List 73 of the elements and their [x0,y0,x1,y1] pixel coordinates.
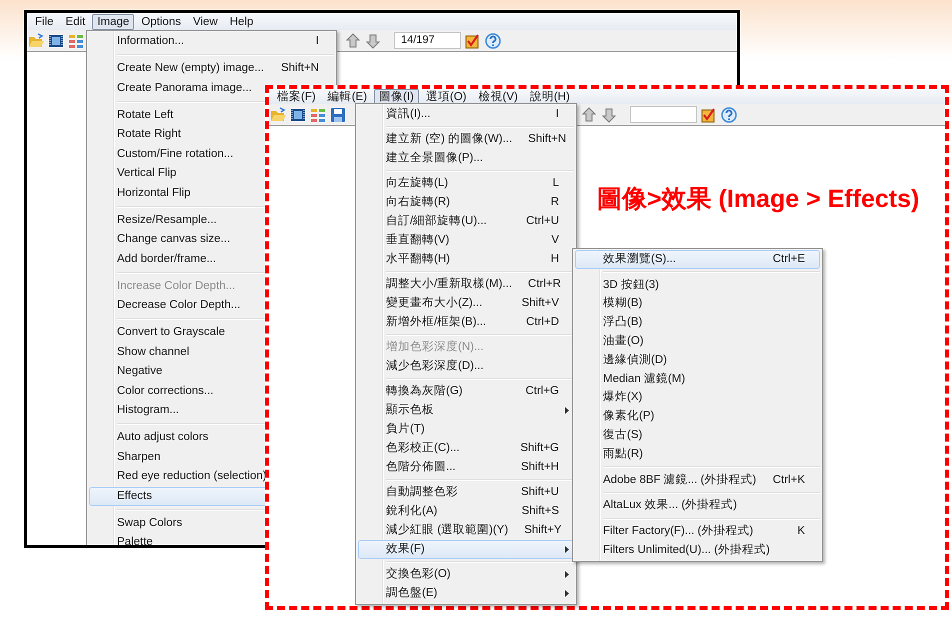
submenu-arrow-icon [565,571,569,578]
menu-item[interactable]: 建立新 (空) 的圖像(W)... Shift+N [358,130,574,149]
menu-item[interactable]: 像素化(P) [575,407,820,426]
film-icon[interactable] [48,32,64,48]
menu-item[interactable]: Information... I [89,32,334,52]
menu-bar-item[interactable]: Image [92,14,134,30]
menu-item[interactable]: 向左旋轉(L) L [358,174,574,193]
checkbox-icon[interactable] [465,32,481,48]
menu-item[interactable]: 銳利化(A) Shift+S [358,502,574,521]
menu-bar-item[interactable]: Edit [60,14,90,30]
menu-item[interactable]: Filters Unlimited(U)... (外掛程式) [575,541,820,560]
menu-item[interactable]: 新增外框/框架(B)... Ctrl+D [358,313,574,332]
menu-item[interactable]: 爆炸(X) [575,388,820,408]
menu-item[interactable]: 效果(F) [358,540,574,559]
annotation-text: 圖像>效果 (Image > Effects) [597,184,920,215]
menu-item[interactable]: 效果瀏覽(S)... Ctrl+E [575,250,820,269]
menu-item[interactable]: 復古(S) [575,426,820,445]
menu-item[interactable]: 模糊(B) [575,294,820,314]
film-icon[interactable] [290,106,306,122]
menu-item[interactable]: 減少紅眼 (選取範圍)(Y) Shift+Y [358,521,574,540]
menu-item[interactable]: 交換色彩(O) [358,565,574,584]
down-arrow-icon[interactable] [366,32,382,48]
menu-bar-item[interactable]: 選項(O) [420,88,472,104]
up-arrow-icon[interactable] [346,32,362,48]
menu-bar-item[interactable]: File [30,14,59,30]
help-icon[interactable] [721,106,737,122]
menu-item[interactable]: 3D 按鈕(3) [575,276,820,295]
menu-item[interactable]: 邊緣偵測(D) [575,350,820,370]
menu-item[interactable]: 自動調整色彩 Shift+U [358,483,574,502]
thumbnails-icon[interactable] [310,106,326,122]
menu-item[interactable]: 水平翻轉(H) H [358,250,574,269]
page-counter-field[interactable]: 14/197 [394,32,461,49]
menu-item[interactable]: Create New (empty) image... Shift+N [89,59,334,78]
checkbox-icon[interactable] [701,106,717,122]
menu-item[interactable]: 垂直翻轉(V) V [358,231,574,250]
menu-bar-item[interactable]: 檢視(V) [474,88,523,104]
menu-item[interactable]: 減少色彩深度(D)... [358,357,574,376]
submenu-arrow-icon [565,546,569,553]
menu-item[interactable]: AltaLux 效果... (外掛程式) [575,496,820,516]
menu-item[interactable]: 雨點(R) [575,444,820,464]
menu-item[interactable]: Median 濾鏡(M) [575,370,820,389]
thumbnails-icon[interactable] [68,32,84,48]
menu-item[interactable]: 顯示色板 [358,401,574,420]
menu-bar-item[interactable]: Help [224,14,258,30]
menu-bar-item[interactable]: 說明(H) [524,88,575,104]
folder-icon[interactable] [270,106,286,122]
menu-item[interactable]: Filter Factory(F)... (外掛程式) K [575,522,820,542]
menu-item[interactable]: 油畫(O) [575,332,820,351]
menu-bar-item[interactable]: 圖像(I) [374,88,419,104]
menu-item[interactable]: Adobe 8BF 濾鏡... (外掛程式) Ctrl+K [575,470,820,490]
up-arrow-icon[interactable] [582,106,598,122]
folder-icon[interactable] [28,32,44,48]
menu-item[interactable]: 浮凸(B) [575,313,820,332]
menu-bar-item[interactable]: View [188,14,223,30]
menu-item[interactable]: 變更畫布大小(Z)... Shift+V [358,294,574,313]
menu-item[interactable]: 轉換為灰階(G) Ctrl+G [358,382,574,401]
menu-bar-item[interactable]: Options [136,14,186,30]
page-counter-field[interactable] [630,106,697,123]
submenu-arrow-icon [565,407,569,414]
help-icon[interactable] [485,32,501,48]
menu-bar-item[interactable]: 編輯(E) [322,88,372,104]
menu-item[interactable]: 調整大小/重新取樣(M)... Ctrl+R [358,275,574,294]
menu-item[interactable]: 負片(T) [358,420,574,439]
menu-item[interactable]: 色階分佈圖... Shift+H [358,458,574,477]
menu-item[interactable]: 色彩校正(C)... Shift+G [358,439,574,458]
menu-item[interactable]: 建立全景圖像(P)... [358,149,574,168]
menu-item[interactable]: 向右旋轉(R) R [358,193,574,212]
menu-bar-item[interactable]: 檔案(F) [272,88,321,104]
save-icon[interactable] [330,106,346,122]
menu-item[interactable]: 調色盤(E) [358,584,574,603]
down-arrow-icon[interactable] [602,106,618,122]
submenu-arrow-icon [565,590,569,597]
menu-item[interactable]: 自訂/細部旋轉(U)... Ctrl+U [358,212,574,231]
